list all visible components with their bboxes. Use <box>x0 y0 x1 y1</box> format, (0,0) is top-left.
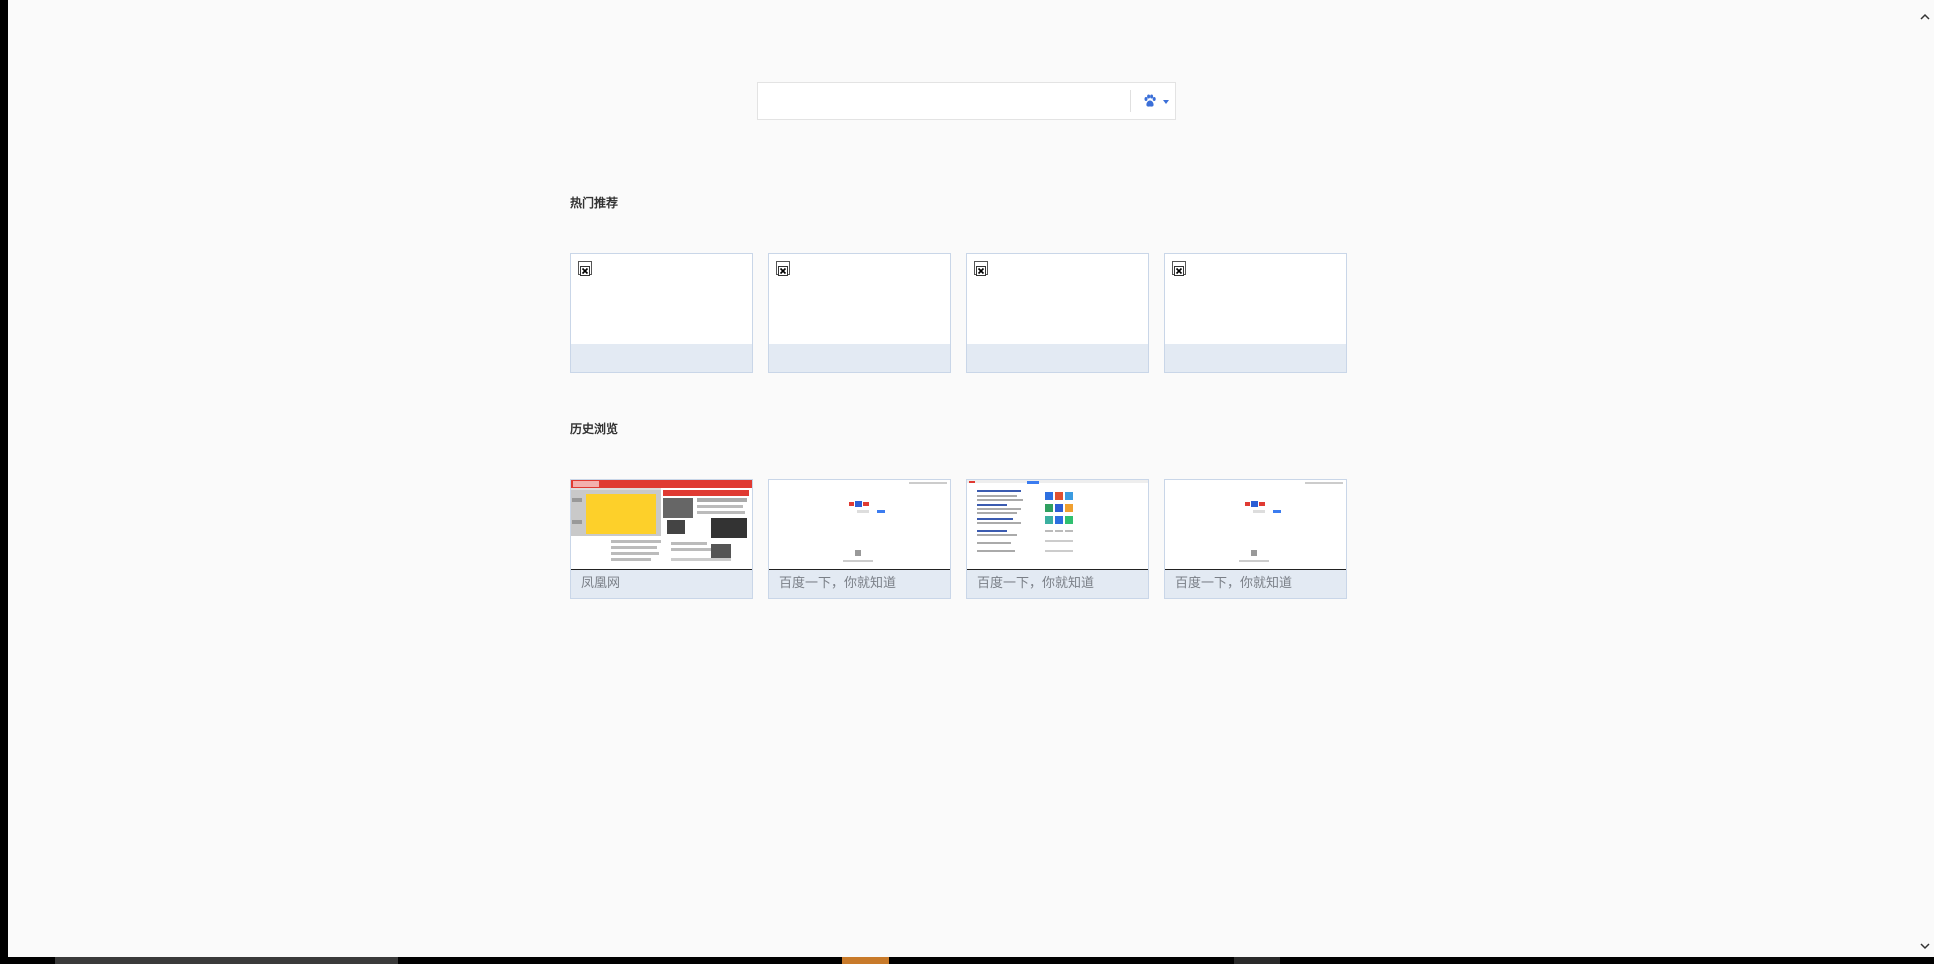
webpage-thumbnail-image <box>571 480 752 569</box>
tile-thumbnail <box>769 480 950 570</box>
baidu-paw-icon <box>1144 94 1156 107</box>
history-tile[interactable]: 百度一下，你就知道 <box>768 479 951 599</box>
broken-image-icon <box>974 261 988 276</box>
tile-thumbnail <box>967 254 1148 344</box>
tile-thumbnail <box>769 254 950 344</box>
tile-label <box>967 344 1148 372</box>
taskbar-item[interactable] <box>55 957 398 964</box>
search-engine-selector[interactable] <box>1134 89 1174 113</box>
tile-thumbnail <box>571 254 752 344</box>
tile-label: 凤凰网 <box>571 570 752 598</box>
tile-label <box>571 344 752 372</box>
tile-label <box>769 344 950 372</box>
search-input[interactable] <box>758 83 1128 119</box>
broken-image-icon <box>1172 261 1186 276</box>
tile-thumbnail <box>1165 480 1346 570</box>
taskbar-item[interactable] <box>1234 957 1280 964</box>
hot-tile[interactable] <box>570 253 753 373</box>
taskbar-strip <box>0 957 1934 964</box>
search-divider <box>1130 90 1131 112</box>
hot-tile[interactable] <box>768 253 951 373</box>
hot-tile[interactable] <box>966 253 1149 373</box>
tile-label: 百度一下，你就知道 <box>967 570 1148 598</box>
chevron-down-icon <box>1163 100 1169 104</box>
scroll-down-icon[interactable] <box>1920 941 1930 951</box>
history-tile[interactable]: 凤凰网 <box>570 479 753 599</box>
tile-thumbnail <box>571 480 752 570</box>
tile-label: 百度一下，你就知道 <box>769 570 950 598</box>
tile-thumbnail <box>967 480 1148 570</box>
vertical-scrollbar[interactable] <box>1917 0 1934 957</box>
history-tile[interactable]: 百度一下，你就知道 <box>1164 479 1347 599</box>
new-tab-page: 热门推荐 历史浏览 凤凰网 百度一下，你就知道 百度一下，你就知道 百度一下，你… <box>8 0 1917 957</box>
webpage-thumbnail-image <box>1165 480 1346 569</box>
section-title-hot: 热门推荐 <box>570 196 619 210</box>
taskbar-item-active[interactable] <box>842 957 889 964</box>
tile-label <box>1165 344 1346 372</box>
section-title-history: 历史浏览 <box>570 422 619 436</box>
hot-tile[interactable] <box>1164 253 1347 373</box>
scroll-up-icon[interactable] <box>1920 12 1930 22</box>
search-box <box>757 82 1176 120</box>
history-tile[interactable]: 百度一下，你就知道 <box>966 479 1149 599</box>
broken-image-icon <box>776 261 790 276</box>
tile-label: 百度一下，你就知道 <box>1165 570 1346 598</box>
tile-thumbnail <box>1165 254 1346 344</box>
webpage-thumbnail-image <box>769 480 950 569</box>
broken-image-icon <box>578 261 592 276</box>
webpage-thumbnail-image <box>967 480 1148 569</box>
